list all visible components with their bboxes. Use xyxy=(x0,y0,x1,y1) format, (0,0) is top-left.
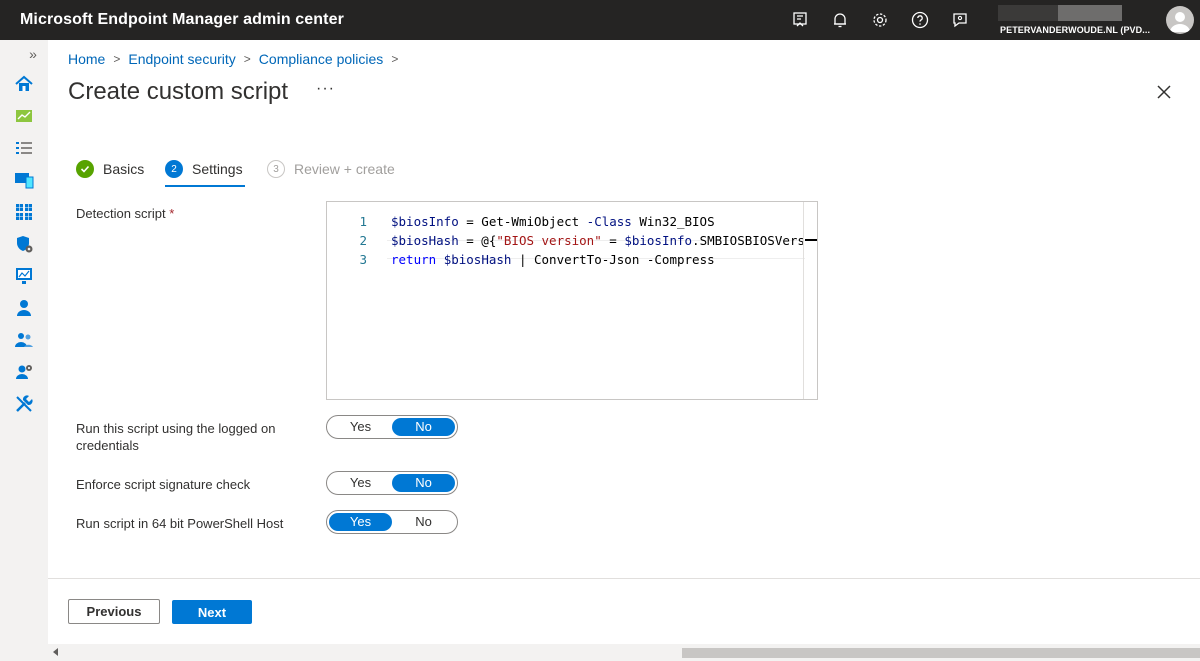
run-64bit-toggle[interactable]: Yes No xyxy=(326,510,458,534)
reports-icon[interactable] xyxy=(14,266,34,286)
toggle-no[interactable]: No xyxy=(392,513,455,531)
editor-vertical-scrollbar[interactable] xyxy=(803,202,817,399)
top-bar: Microsoft Endpoint Manager admin center … xyxy=(0,0,1200,40)
breadcrumb-endpoint-security[interactable]: Endpoint security xyxy=(128,51,235,67)
run-logged-on-toggle[interactable]: Yes No xyxy=(326,415,458,439)
tenant-name[interactable]: PETERVANDERWOUDE.NL (PVD... xyxy=(1000,25,1150,35)
run-logged-on-label: Run this script using the logged on cred… xyxy=(76,421,276,453)
account-email-redacted[interactable] xyxy=(1058,5,1122,21)
main-content: Home > Endpoint security > Compliance po… xyxy=(48,40,1200,661)
all-services-icon[interactable] xyxy=(14,138,34,158)
code-token: = Get-WmiObject xyxy=(458,214,587,229)
breadcrumb: Home > Endpoint security > Compliance po… xyxy=(68,51,406,67)
code-text[interactable]: return $biosHash | ConvertTo-Json -Compr… xyxy=(391,250,805,269)
close-icon[interactable] xyxy=(1154,82,1174,102)
endpoint-security-icon[interactable] xyxy=(14,234,34,254)
code-token: $biosHash xyxy=(443,252,512,267)
tenant-admin-icon[interactable] xyxy=(14,362,34,382)
dashboard-icon[interactable] xyxy=(14,106,34,126)
troubleshooting-icon[interactable] xyxy=(14,394,34,414)
horizontal-scrollbar[interactable] xyxy=(48,644,1200,661)
line-number: 2 xyxy=(359,233,367,248)
signature-check-label: Enforce script signature check xyxy=(76,477,251,492)
breadcrumb-separator: > xyxy=(243,52,251,66)
required-marker: * xyxy=(169,206,175,221)
help-question-icon[interactable] xyxy=(910,10,930,30)
code-token: $biosInfo xyxy=(391,214,459,229)
users-icon[interactable] xyxy=(14,298,34,318)
remote-help-icon[interactable] xyxy=(790,10,810,30)
code-token: return xyxy=(391,252,437,267)
editor-overview-cursor xyxy=(805,239,817,241)
breadcrumb-compliance-policies[interactable]: Compliance policies xyxy=(259,51,384,67)
home-icon[interactable] xyxy=(14,74,34,94)
code-text[interactable]: $biosInfo = Get-WmiObject -Class Win32_B… xyxy=(391,212,805,231)
toggle-yes[interactable]: Yes xyxy=(329,474,392,492)
expand-nav-icon[interactable]: » xyxy=(26,44,40,64)
step-label: Basics xyxy=(103,161,145,177)
scroll-left-arrow-icon[interactable] xyxy=(53,648,58,656)
code-line[interactable]: 2 $biosHash = @{"BIOS version" = $biosInf… xyxy=(327,231,805,250)
step-number: 2 xyxy=(165,160,183,178)
code-token: -Class xyxy=(586,214,632,229)
signature-check-toggle[interactable]: Yes No xyxy=(326,471,458,495)
code-token: .SMBIOSBIOSVersion xyxy=(692,233,805,248)
code-text[interactable]: $biosHash = @{"BIOS version" = $biosInfo… xyxy=(391,231,805,250)
code-token: Win32_BIOS xyxy=(631,214,715,229)
left-navigation: » xyxy=(0,40,48,661)
line-number: 1 xyxy=(359,214,367,229)
code-token: = @{ xyxy=(458,233,497,248)
breadcrumb-separator: > xyxy=(113,52,121,66)
step-label: Settings xyxy=(192,161,243,177)
next-button[interactable]: Next xyxy=(172,600,252,624)
apps-icon[interactable] xyxy=(14,202,34,222)
step-label: Review + create xyxy=(294,161,395,177)
toggle-yes[interactable]: Yes xyxy=(329,418,392,436)
toggle-yes[interactable]: Yes xyxy=(329,513,392,531)
app-title[interactable]: Microsoft Endpoint Manager admin center xyxy=(20,11,344,29)
code-token: | ConvertTo-Json -Compress xyxy=(511,252,715,267)
toggle-no[interactable]: No xyxy=(392,418,455,436)
avatar[interactable] xyxy=(1166,6,1194,34)
step-complete-check-icon xyxy=(76,160,94,178)
code-token: = xyxy=(601,233,625,248)
footer-divider xyxy=(48,578,1200,579)
code-token: $biosInfo xyxy=(624,233,693,248)
groups-icon[interactable] xyxy=(14,330,34,350)
breadcrumb-home[interactable]: Home xyxy=(68,51,105,67)
line-number: 3 xyxy=(359,252,367,267)
code-token: "BIOS version" xyxy=(496,233,602,248)
active-step-underline xyxy=(165,185,245,187)
page-title: Create custom script xyxy=(68,78,289,105)
previous-button[interactable]: Previous xyxy=(68,599,160,624)
breadcrumb-separator: > xyxy=(391,52,399,66)
settings-gear-icon[interactable] xyxy=(870,10,890,30)
code-line[interactable]: 3 return $biosHash | ConvertTo-Json -Comp… xyxy=(327,250,805,269)
detection-script-editor[interactable]: 1 $biosInfo = Get-WmiObject -Class Win32_… xyxy=(326,201,818,400)
detection-script-label: Detection script * xyxy=(76,205,174,222)
more-options-button[interactable]: ··· xyxy=(316,80,335,98)
run-64bit-label: Run script in 64 bit PowerShell Host xyxy=(76,516,284,531)
detection-script-label-text: Detection script xyxy=(76,206,166,221)
notification-bell-icon[interactable] xyxy=(830,10,850,30)
step-settings[interactable]: 2 Settings xyxy=(165,160,243,178)
step-number: 3 xyxy=(267,160,285,178)
toggle-no[interactable]: No xyxy=(392,474,455,492)
account-name-redacted[interactable] xyxy=(998,5,1058,21)
step-review-create[interactable]: 3 Review + create xyxy=(267,160,395,178)
horizontal-scroll-thumb[interactable] xyxy=(682,648,1200,658)
feedback-icon[interactable] xyxy=(950,10,970,30)
code-token: $biosHash xyxy=(391,233,459,248)
step-basics[interactable]: Basics xyxy=(76,160,144,178)
code-line[interactable]: 1 $biosInfo = Get-WmiObject -Class Win32_… xyxy=(327,212,805,231)
devices-icon[interactable] xyxy=(14,170,34,190)
